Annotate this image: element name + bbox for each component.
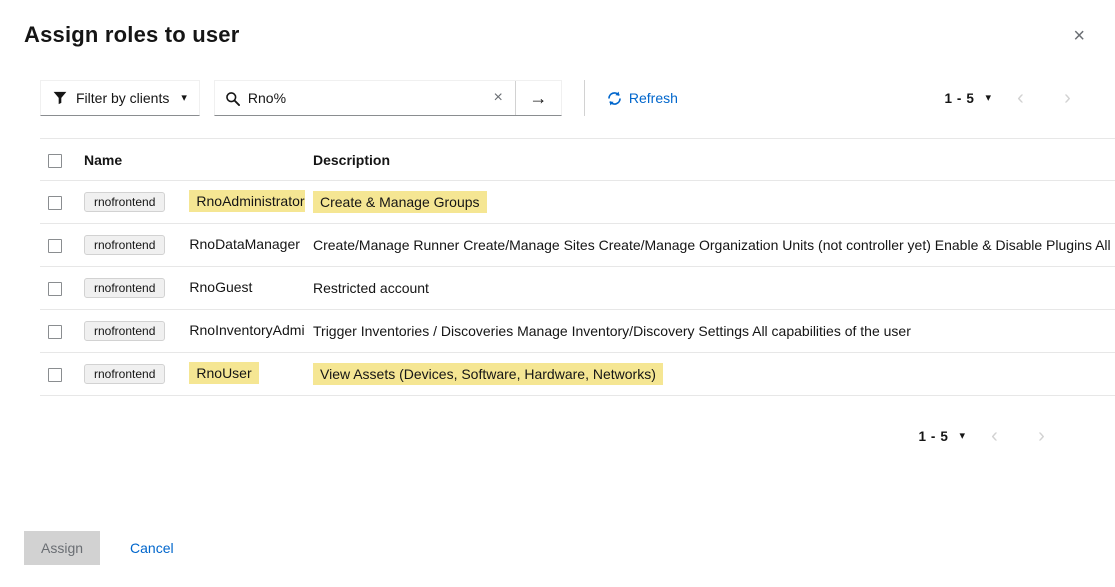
toolbar: Filter by clients ▾ × → Refresh (40, 80, 1091, 116)
role-description: Trigger Inventories / Discoveries Manage… (313, 323, 911, 339)
row-checkbox[interactable] (48, 368, 62, 382)
row-checkbox[interactable] (48, 282, 62, 296)
table-row: rnofrontend RnoAdministrator Create & Man… (40, 181, 1115, 224)
name-column-header: Name (76, 139, 305, 181)
row-checkbox[interactable] (48, 325, 62, 339)
role-description: Create/Manage Runner Create/Manage Sites… (313, 237, 1111, 253)
chevron-down-icon: ▾ (181, 93, 187, 104)
assign-button[interactable]: Assign (24, 531, 100, 565)
roles-table: Name Description rnofrontend RnoAdministr… (40, 138, 1115, 396)
pagination-top: 1 - 5 ▾ ‹ › (938, 88, 1091, 108)
role-description: Restricted account (313, 280, 429, 296)
role-name: RnoGuest (189, 279, 252, 295)
page-title: Assign roles to user (24, 22, 240, 48)
dialog-footer: Assign Cancel (24, 531, 174, 565)
table-row: rnofrontend RnoGuest Restricted account (40, 267, 1115, 310)
table-header-row: Name Description (40, 139, 1115, 181)
chevron-down-icon: ▾ (985, 93, 991, 104)
pagination-range: 1 - 5 (918, 429, 948, 444)
next-page-icon[interactable]: › (1018, 426, 1065, 446)
search-input[interactable] (246, 89, 482, 107)
chevron-down-icon: ▾ (959, 431, 965, 442)
cancel-button[interactable]: Cancel (130, 540, 174, 556)
role-name: RnoUser (189, 362, 258, 384)
pagination-range-dropdown[interactable]: 1 - 5 ▾ (938, 91, 997, 106)
client-badge: rnofrontend (84, 192, 165, 212)
prev-page-icon[interactable]: ‹ (997, 88, 1044, 108)
filter-by-clients-dropdown[interactable]: Filter by clients ▾ (40, 80, 200, 116)
dialog-header: Assign roles to user × (0, 0, 1115, 50)
role-name: RnoDataManager (189, 236, 300, 252)
close-icon[interactable]: × (1067, 22, 1091, 50)
search-icon (215, 91, 246, 106)
table-row: rnofrontend RnoDataManager Create/Manage … (40, 224, 1115, 267)
client-badge: rnofrontend (84, 235, 165, 255)
role-description: Create & Manage Groups (313, 191, 487, 213)
role-name: RnoAdministrator (189, 190, 305, 212)
pagination-range-dropdown[interactable]: 1 - 5 ▾ (912, 429, 971, 444)
row-checkbox[interactable] (48, 239, 62, 253)
search-submit-button[interactable]: → (515, 81, 561, 115)
assign-roles-dialog: Assign roles to user × Filter by clients… (0, 0, 1115, 446)
refresh-button[interactable]: Refresh (607, 90, 678, 106)
table-row: rnofrontend RnoInventoryAdmin Trigger Inv… (40, 310, 1115, 353)
clear-search-icon[interactable]: × (482, 90, 515, 106)
row-checkbox[interactable] (48, 196, 62, 210)
filter-icon (53, 91, 67, 105)
pagination-bottom: 1 - 5 ▾ ‹ › (0, 426, 1065, 446)
roles-table-body: rnofrontend RnoAdministrator Create & Man… (40, 181, 1115, 396)
toolbar-divider (584, 80, 585, 116)
select-all-checkbox[interactable] (48, 154, 62, 168)
client-badge: rnofrontend (84, 321, 165, 341)
pagination-range: 1 - 5 (944, 91, 974, 106)
client-badge: rnofrontend (84, 278, 165, 298)
role-description: View Assets (Devices, Software, Hardware… (313, 363, 663, 385)
refresh-icon (607, 91, 622, 106)
client-badge: rnofrontend (84, 364, 165, 384)
filter-label: Filter by clients (76, 90, 169, 106)
table-row: rnofrontend RnoUser View Assets (Devices,… (40, 353, 1115, 396)
description-column-header: Description (305, 139, 1115, 181)
refresh-label: Refresh (629, 90, 678, 106)
search-group: × → (214, 80, 562, 116)
prev-page-icon[interactable]: ‹ (971, 426, 1018, 446)
role-name: RnoInventoryAdmin (189, 322, 305, 338)
next-page-icon[interactable]: › (1044, 88, 1091, 108)
